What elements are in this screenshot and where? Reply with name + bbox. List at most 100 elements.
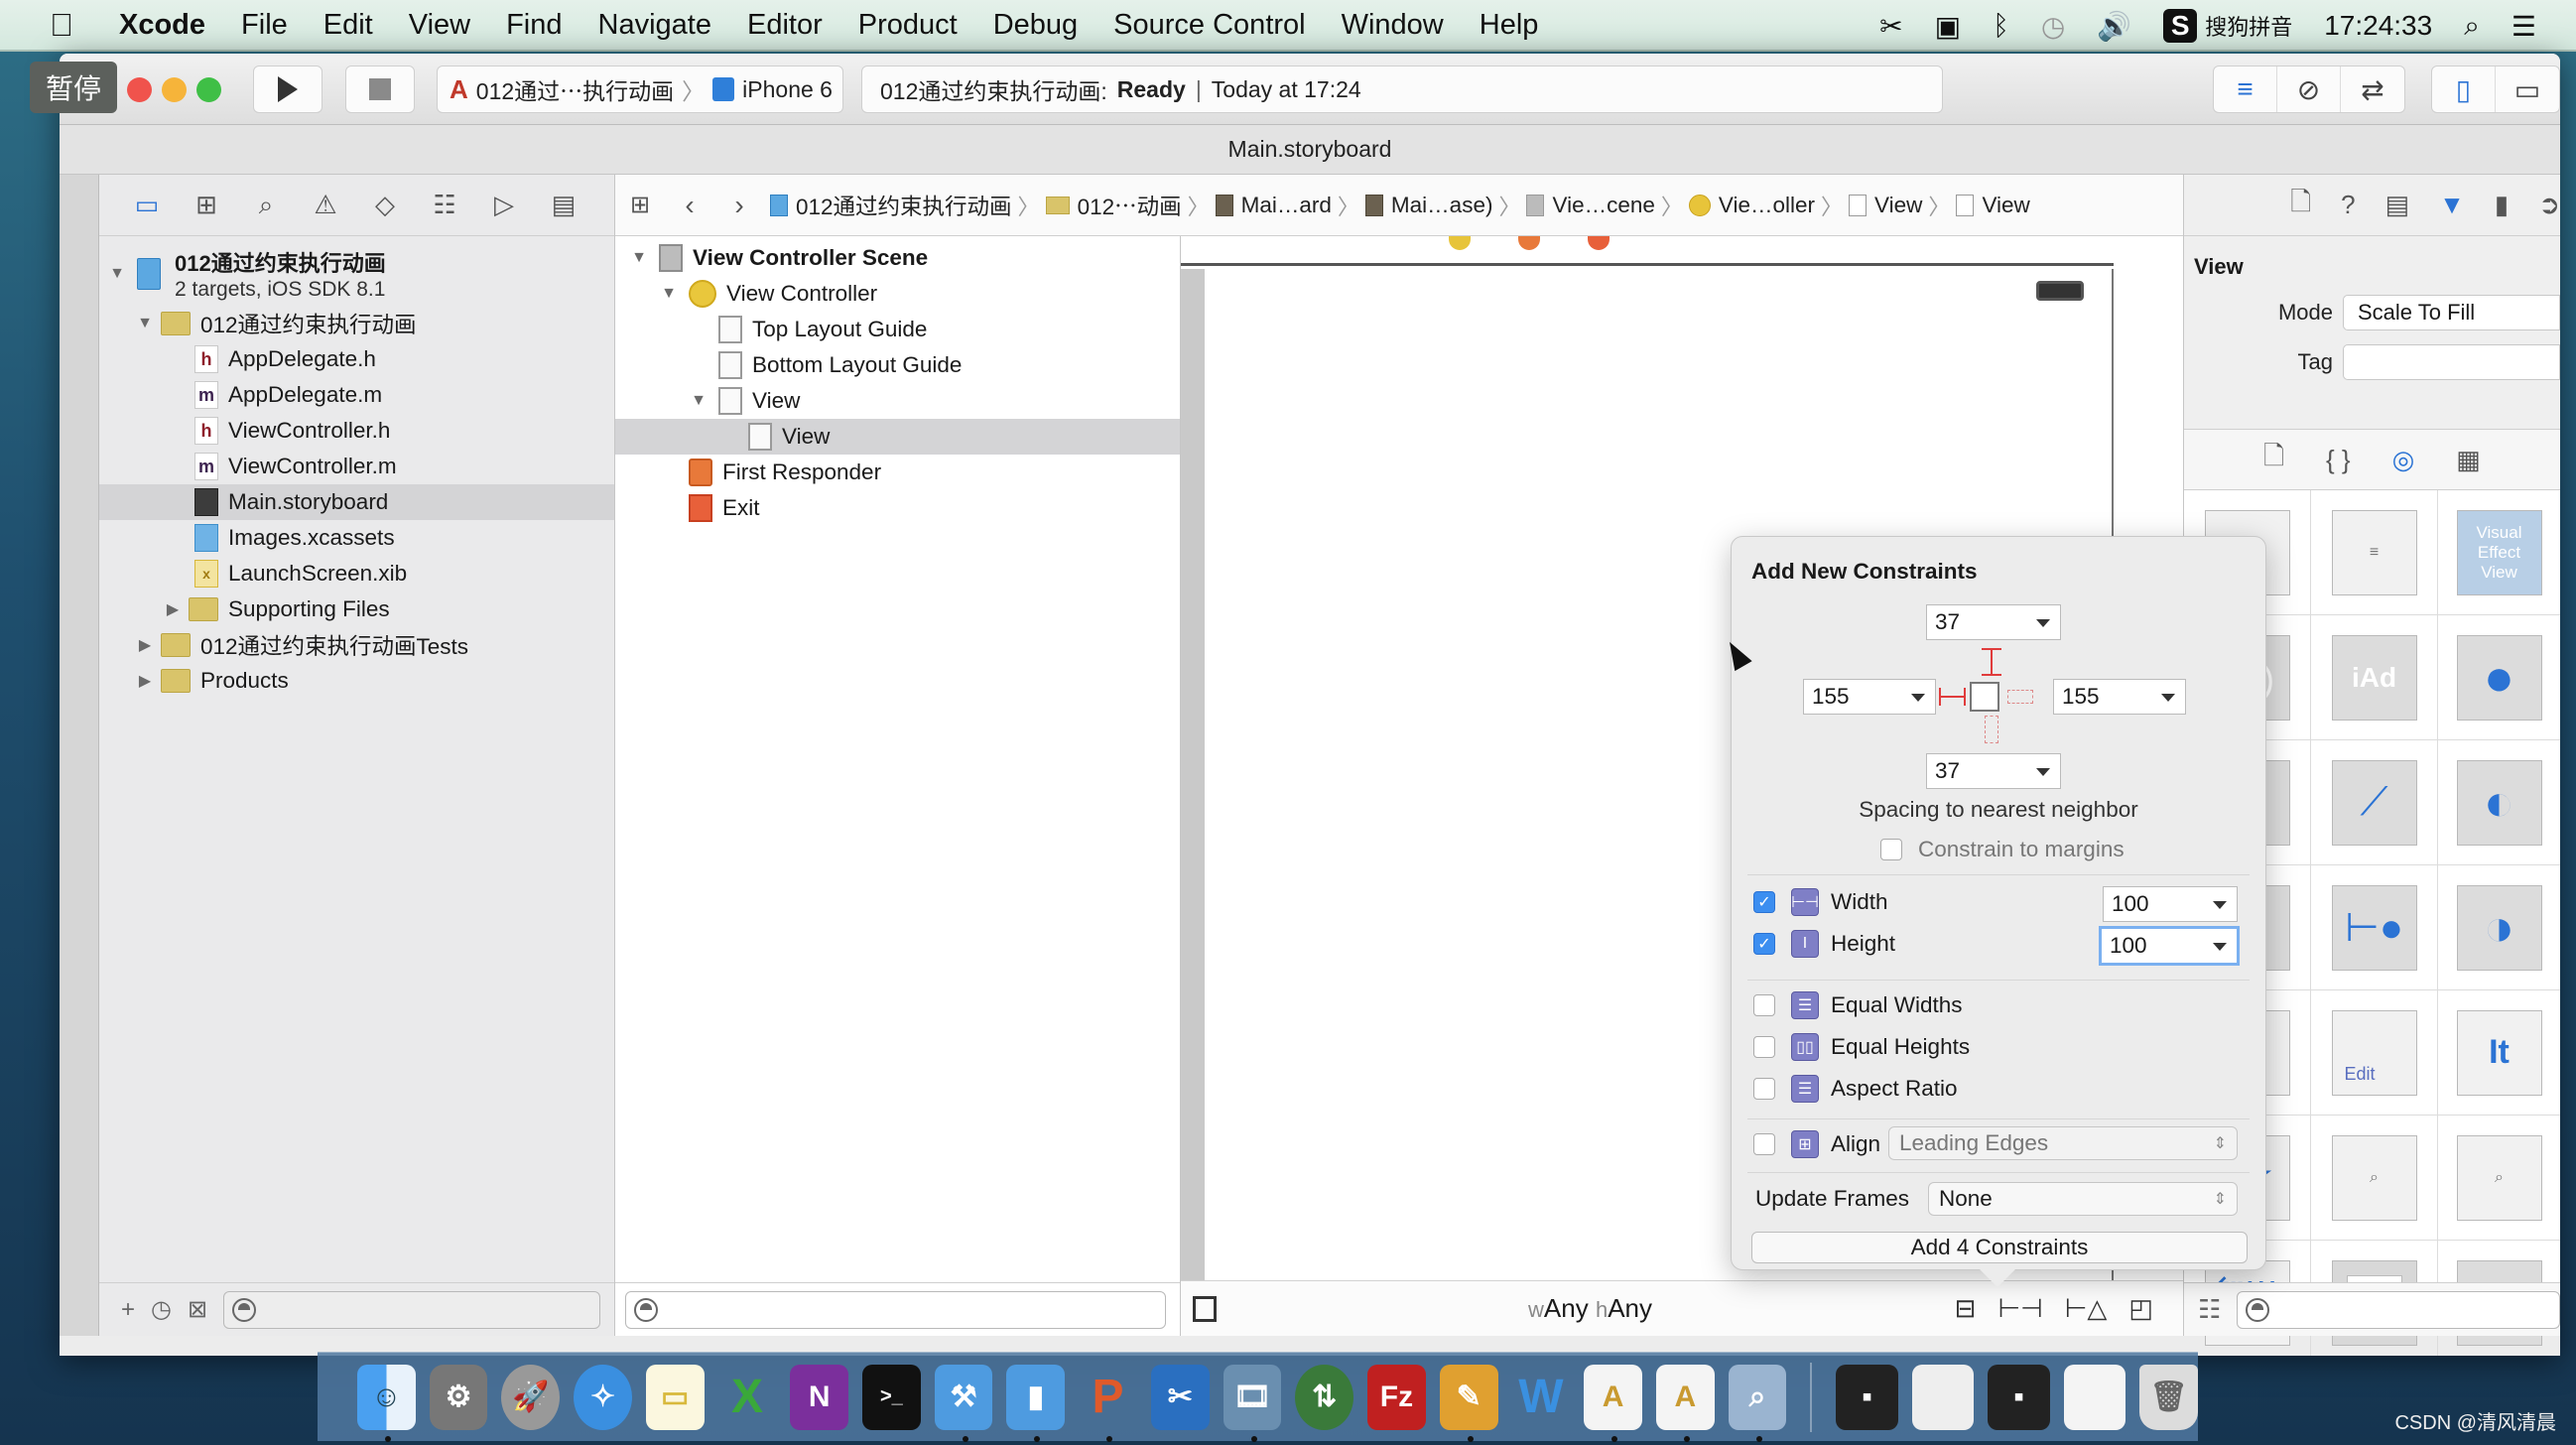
- run-button[interactable]: [253, 66, 322, 113]
- minimize-window-button[interactable]: [162, 77, 187, 102]
- outline-bottom-layout-guide[interactable]: Bottom Layout Guide: [615, 347, 1180, 383]
- library-item[interactable]: iAd: [2311, 615, 2438, 740]
- disclosure-open-icon[interactable]: ▼: [659, 285, 679, 303]
- bottom-strut-inactive[interactable]: [1985, 716, 1998, 743]
- outline-first-responder[interactable]: First Responder: [615, 455, 1180, 490]
- group-row[interactable]: ▶ 012通过约束执行动画Tests: [99, 627, 614, 663]
- menu-source-control[interactable]: Source Control: [1113, 9, 1305, 42]
- identity-inspector-icon[interactable]: ▤: [2385, 190, 2410, 220]
- left-spacing-combo[interactable]: 155: [1803, 679, 1936, 715]
- disclosure-closed-icon[interactable]: ▶: [135, 635, 155, 655]
- navigator-filter-input[interactable]: [223, 1290, 600, 1329]
- disclosure-open-icon[interactable]: ▼: [689, 392, 708, 410]
- assistant-editor-button[interactable]: ⊘: [2277, 66, 2341, 112]
- dock-screenshot[interactable]: ✂: [1150, 1364, 1210, 1430]
- group-row[interactable]: ▼ 012通过约束执行动画: [99, 306, 614, 341]
- outline-filter-input[interactable]: [625, 1290, 1166, 1329]
- disclosure-closed-icon[interactable]: ▶: [163, 599, 183, 619]
- library-item[interactable]: Visual Effect View: [2438, 490, 2560, 615]
- chevron-down-icon[interactable]: [2213, 901, 2227, 909]
- volume-icon[interactable]: 🔊: [2097, 10, 2131, 43]
- outline-view[interactable]: ▼ View: [615, 383, 1180, 419]
- pin-icon[interactable]: ⊢⊣: [1997, 1293, 2042, 1324]
- align-icon[interactable]: ⊟: [1955, 1293, 1977, 1324]
- close-window-button[interactable]: [127, 77, 152, 102]
- breadcrumb-controller[interactable]: Vie…oller: [1683, 193, 1821, 218]
- dock-ios-simulator[interactable]: ▮: [1006, 1364, 1066, 1442]
- time-machine-icon[interactable]: ◷: [2041, 10, 2065, 43]
- scissors-icon[interactable]: ✂: [1879, 10, 1902, 43]
- size-class-control[interactable]: wAny hAny: [1528, 1293, 1652, 1324]
- version-editor-button[interactable]: ⇄: [2341, 66, 2404, 112]
- breadcrumb-group[interactable]: 012⋯动画: [1040, 190, 1188, 221]
- dock-safari[interactable]: ✧: [574, 1364, 632, 1430]
- outline-scene[interactable]: ▼ View Controller Scene: [615, 240, 1180, 276]
- notification-center-icon[interactable]: ☰: [2512, 10, 2536, 43]
- apple-menu-icon[interactable]: : [50, 7, 89, 44]
- dock-instruments[interactable]: ✎: [1439, 1364, 1498, 1442]
- dock-minimized-window[interactable]: ▪: [1836, 1364, 1898, 1430]
- back-button[interactable]: ‹: [665, 190, 714, 221]
- disclosure-closed-icon[interactable]: ▶: [135, 671, 155, 691]
- menu-editor[interactable]: Editor: [747, 9, 823, 42]
- library-filter-input[interactable]: [2237, 1290, 2560, 1329]
- dock-instruments-doc-2[interactable]: A: [1655, 1364, 1715, 1442]
- equal-widths-checkbox[interactable]: [1753, 994, 1775, 1016]
- disclosure-open-icon[interactable]: ▼: [135, 315, 155, 332]
- height-checkbox[interactable]: ✓: [1753, 933, 1775, 955]
- library-item[interactable]: ◑: [2438, 865, 2560, 990]
- exit-icon[interactable]: [1588, 236, 1610, 250]
- connections-inspector-icon[interactable]: ➲: [2538, 190, 2560, 220]
- screen-record-icon[interactable]: ▣: [1935, 10, 1961, 43]
- menu-view[interactable]: View: [409, 9, 470, 42]
- symbol-navigator-icon[interactable]: ⊞: [189, 188, 224, 223]
- disclosure-open-icon[interactable]: ▼: [107, 265, 127, 283]
- toggle-debug-area-button[interactable]: ▭: [2496, 66, 2559, 112]
- code-snippet-library-icon[interactable]: { }: [2326, 445, 2351, 475]
- menu-edit[interactable]: Edit: [323, 9, 373, 42]
- standard-editor-button[interactable]: ≡: [2214, 66, 2277, 112]
- top-spacing-combo[interactable]: 37: [1926, 604, 2061, 640]
- breakpoint-icon[interactable]: ▷: [486, 188, 522, 223]
- dock-minimized-window[interactable]: [1911, 1364, 1975, 1430]
- project-row[interactable]: ▼ 012通过约束执行动画 2 targets, iOS SDK 8.1: [99, 242, 614, 306]
- disclosure-open-icon[interactable]: ▼: [629, 249, 649, 267]
- dock-minimized-window[interactable]: [2063, 1364, 2126, 1430]
- breadcrumb-base[interactable]: Mai…ase): [1359, 193, 1499, 218]
- file-row[interactable]: m ViewController.m: [99, 449, 614, 484]
- menu-app[interactable]: Xcode: [119, 9, 205, 42]
- quick-help-icon[interactable]: ?: [2341, 190, 2355, 220]
- library-item[interactable]: ⊢●: [2311, 865, 2438, 990]
- test-navigator-icon[interactable]: ◇: [367, 188, 403, 223]
- dock-onenote[interactable]: N: [790, 1364, 849, 1430]
- equal-heights-checkbox[interactable]: [1753, 1036, 1775, 1058]
- toggle-outline-icon[interactable]: [1193, 1295, 1217, 1322]
- recent-files-icon[interactable]: ◷: [151, 1295, 172, 1324]
- size-inspector-icon[interactable]: ▮: [2495, 190, 2509, 220]
- update-frames-select[interactable]: None ⇕: [1928, 1182, 2238, 1216]
- align-select[interactable]: Leading Edges ⇕: [1888, 1126, 2238, 1160]
- width-value-combo[interactable]: 100: [2103, 886, 2238, 922]
- left-strut-active[interactable]: [1940, 696, 1966, 698]
- media-library-icon[interactable]: ▦: [2456, 445, 2481, 475]
- height-value-combo[interactable]: 100: [2099, 926, 2240, 966]
- dock-word[interactable]: W: [1512, 1365, 1571, 1430]
- report-icon[interactable]: ▤: [546, 188, 581, 223]
- outline-view-controller[interactable]: ▼ View Controller: [615, 276, 1180, 312]
- zoom-window-button[interactable]: [196, 77, 221, 102]
- library-item[interactable]: ◐: [2438, 740, 2560, 865]
- resizing-behavior-icon[interactable]: ◰: [2128, 1293, 2153, 1324]
- file-row[interactable]: m AppDelegate.m: [99, 377, 614, 413]
- clock[interactable]: 17:24:33: [2324, 10, 2432, 42]
- dock-xcode[interactable]: ⚒: [934, 1364, 993, 1442]
- forward-button[interactable]: ›: [714, 190, 764, 221]
- view-controller-icon[interactable]: [1449, 236, 1471, 250]
- resolve-issues-icon[interactable]: ⊢△: [2065, 1293, 2108, 1324]
- dock-excel[interactable]: X: [718, 1365, 777, 1430]
- pause-overlay[interactable]: 暂停: [30, 62, 117, 113]
- dock-finder[interactable]: ☺: [357, 1364, 416, 1442]
- dock-powerpoint[interactable]: P: [1079, 1365, 1137, 1442]
- dock-terminal[interactable]: >_: [862, 1364, 921, 1430]
- file-template-library-icon[interactable]: 🗋: [2263, 438, 2284, 481]
- breadcrumb-subview[interactable]: View: [1950, 193, 2035, 218]
